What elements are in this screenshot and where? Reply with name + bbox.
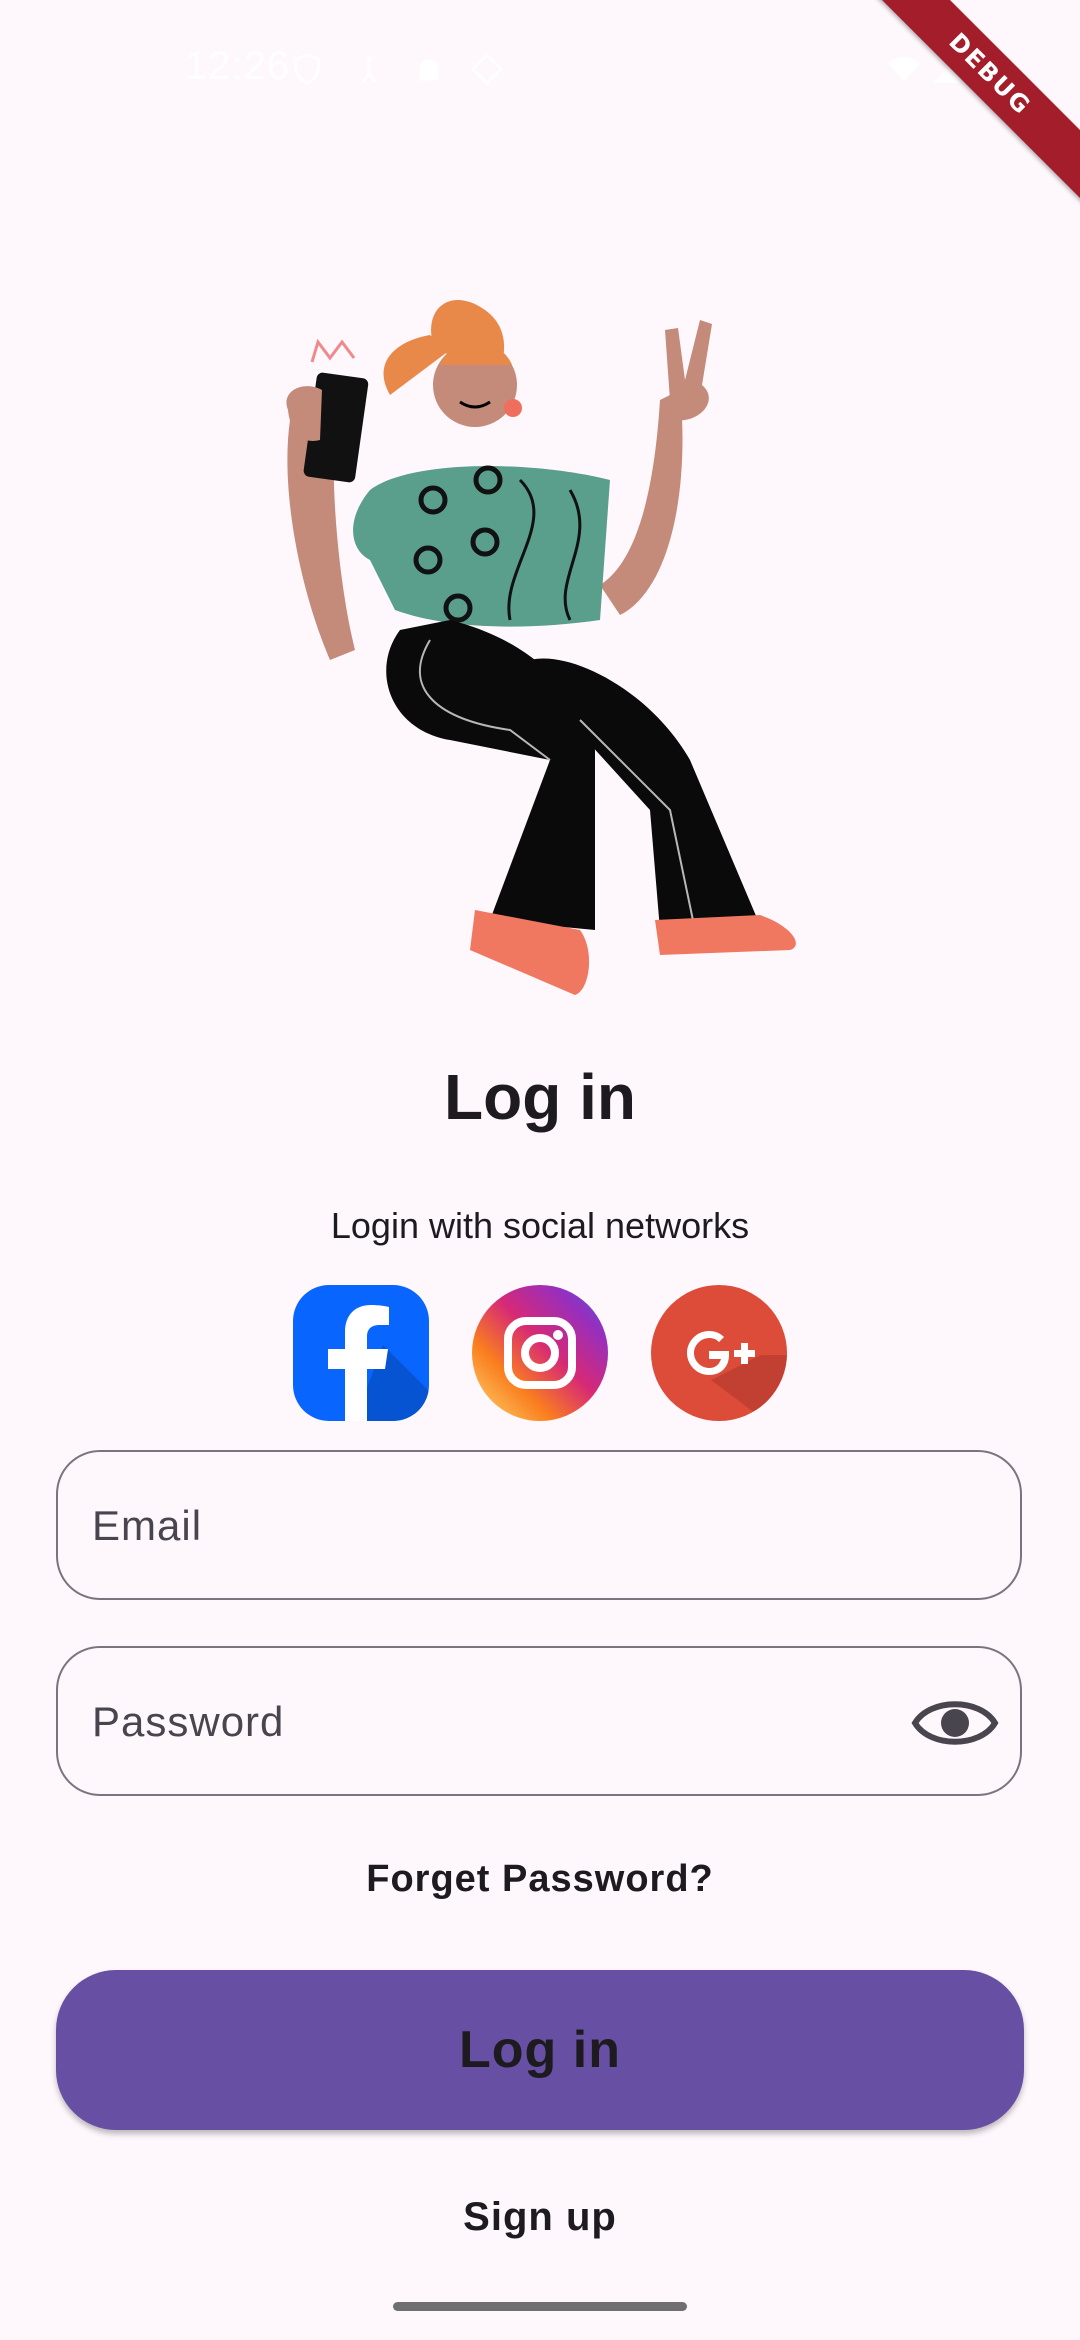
shield-icon [294, 53, 320, 85]
google-plus-login-button[interactable] [651, 1285, 787, 1421]
wifi-icon [888, 57, 920, 82]
social-login-label: Login with social networks [330, 1205, 750, 1246]
signup-link[interactable]: Sign up [0, 2195, 1080, 2240]
diamond-icon [470, 52, 504, 86]
home-indicator[interactable] [393, 2302, 687, 2311]
email-input[interactable] [90, 1452, 894, 1600]
facebook-login-button[interactable] [293, 1285, 429, 1421]
status-time: 12:26 [185, 44, 291, 88]
forgot-password-link[interactable]: Forget Password? [0, 1858, 1080, 1901]
accessibility-icon [362, 56, 376, 83]
email-field[interactable] [56, 1450, 1022, 1600]
android-icon [419, 59, 439, 81]
password-field[interactable] [56, 1646, 1022, 1796]
google-plus-icon [651, 1285, 787, 1421]
person-illustration [286, 299, 796, 995]
instagram-login-button[interactable] [472, 1285, 608, 1421]
password-input[interactable] [90, 1648, 894, 1796]
login-button[interactable]: Log in [56, 1970, 1024, 2130]
page-title: Log in [444, 1061, 636, 1133]
facebook-icon [293, 1285, 429, 1421]
show-password-eye-icon[interactable] [910, 1688, 1000, 1758]
instagram-icon [472, 1285, 608, 1421]
